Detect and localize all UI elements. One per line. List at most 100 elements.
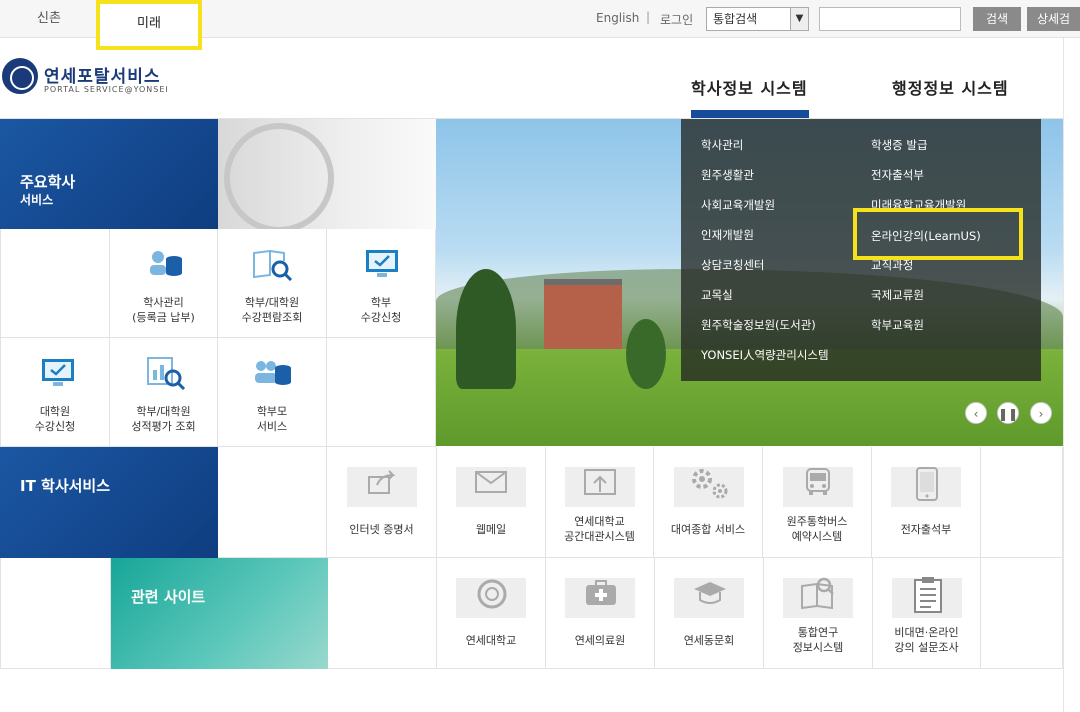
item-label: 서비스 (256, 420, 288, 433)
chevron-left-icon[interactable]: ‹ (965, 402, 987, 424)
scrollbar[interactable] (1063, 38, 1080, 712)
login-link[interactable]: 로그인 (660, 11, 693, 28)
item-label: 대여종합 서비스 (670, 523, 746, 536)
search-scope-value: 통합검색 (713, 12, 758, 26)
it-item-webmail[interactable]: 웹메일 (437, 447, 546, 558)
it-item-rental-service[interactable]: 대여종합 서비스 (654, 447, 763, 558)
campus-tab-sinchon[interactable]: 신촌 (0, 0, 98, 38)
search-scope-select[interactable]: 통합검색 ▼ (706, 7, 809, 31)
academic-item-course-catalog[interactable]: 학부/대학원 수강편람조회 (218, 229, 327, 338)
mail-icon (475, 471, 507, 493)
monitor-check-icon (42, 359, 74, 386)
logo-title: 연세포탈서비스 (44, 67, 161, 87)
item-label: 연세동문회 (683, 634, 735, 647)
gears-icon (692, 469, 728, 499)
detail-search-button[interactable]: 상세검 (1027, 7, 1080, 31)
item-label: 인터넷 증명서 (349, 523, 414, 536)
users-database-icon (255, 361, 291, 385)
clipboard-list-icon (914, 577, 942, 613)
user-database-icon (150, 251, 182, 276)
it-section-header: IT 학사서비스 (0, 447, 218, 558)
menu-item[interactable]: 학사관리 (701, 137, 743, 153)
item-label: 정보시스템 (792, 641, 844, 654)
item-label: 연세대학교 (465, 634, 517, 647)
bus-icon (806, 468, 830, 495)
related-item-alumni[interactable]: 연세동문회 (655, 558, 764, 669)
monitor-check-icon (366, 250, 398, 277)
menu-item[interactable]: 상담코칭센터 (701, 257, 764, 273)
empty-cell (328, 558, 437, 669)
item-label: 학부/대학원 (136, 405, 191, 418)
academic-item-grades[interactable]: 학부/대학원 성적평가 조회 (110, 338, 218, 447)
book-search-icon (801, 577, 834, 610)
tree (456, 269, 516, 389)
search-button[interactable]: 검색 (973, 7, 1021, 31)
campus-photo (218, 119, 436, 233)
chart-search-icon (147, 357, 186, 390)
university-emblem-icon (477, 579, 507, 609)
item-label: 연세대학교 (574, 515, 625, 528)
item-label: 수강신청 (360, 311, 402, 324)
english-link[interactable]: English (596, 11, 639, 25)
nav-academic-system[interactable]: 학사정보 시스템 (691, 75, 808, 99)
pause-icon[interactable]: ❚❚ (997, 402, 1019, 424)
empty-cell (981, 447, 1063, 558)
it-item-attendance[interactable]: 전자출석부 (872, 447, 981, 558)
item-label: 웹메일 (475, 523, 507, 536)
it-title: IT 학사서비스 (20, 477, 111, 495)
separator: | (646, 10, 651, 24)
related-section-header: 관련 사이트 (111, 558, 328, 669)
menu-item[interactable]: YONSEI人역량관리시스템 (701, 347, 829, 363)
item-label: 학부모 (256, 405, 288, 418)
related-item-yonsei-univ[interactable]: 연세대학교 (437, 558, 546, 669)
campus-tab-mirae[interactable]: 미래 (96, 0, 202, 50)
item-label: 연세의료원 (574, 634, 626, 647)
academic-item-tuition[interactable]: 학사관리 (등록금 납부) (110, 229, 218, 338)
share-icon (368, 470, 396, 494)
related-title: 관련 사이트 (131, 588, 206, 606)
academic-item-parent-service[interactable]: 학부모 서비스 (218, 338, 327, 447)
item-label: 전자출석부 (900, 523, 952, 536)
menu-item[interactable]: 학생증 발급 (871, 137, 928, 153)
nav-active-indicator (691, 110, 809, 118)
academic-subtitle: 서비스 (20, 193, 54, 207)
menu-item[interactable]: 전자출석부 (871, 167, 924, 183)
academic-title: 주요학사 (20, 173, 76, 191)
medical-kit-icon (586, 580, 616, 605)
related-item-research-system[interactable]: 통합연구 정보시스템 (764, 558, 873, 669)
empty-cell (327, 338, 436, 447)
item-label: 통합연구 (797, 626, 839, 639)
graduation-cap-icon (694, 582, 726, 604)
menu-item[interactable]: 원주학술정보원(도서관) (701, 317, 816, 333)
menu-item[interactable]: 원주생활관 (701, 167, 754, 183)
academic-item-grad-registration[interactable]: 대학원 수강신청 (0, 338, 110, 447)
it-item-certificate[interactable]: 인터넷 증명서 (327, 447, 437, 558)
item-label: 비대면·온라인 (894, 626, 959, 639)
mobile-phone-icon (916, 467, 938, 501)
chevron-down-icon[interactable]: ▼ (790, 8, 808, 30)
item-label: 학사관리 (143, 296, 184, 309)
book-search-icon (253, 249, 293, 281)
item-label: 공간대관시스템 (564, 530, 635, 543)
search-input[interactable] (819, 7, 961, 31)
item-label: 성적평가 조회 (131, 420, 196, 433)
item-label: 원주통학버스 (786, 515, 848, 528)
menu-item[interactable]: 사회교육개발원 (701, 197, 775, 213)
chevron-right-icon[interactable]: › (1030, 402, 1052, 424)
yonsei-emblem-icon (2, 58, 38, 94)
item-label: 예약시스템 (791, 530, 843, 543)
academic-item-undergrad-registration[interactable]: 학부 수강신청 (327, 229, 436, 338)
nav-admin-system[interactable]: 행정정보 시스템 (892, 75, 1009, 99)
menu-item[interactable]: 교목실 (701, 287, 733, 303)
empty-cell (981, 558, 1063, 669)
item-label: 학부 (370, 296, 392, 309)
item-label: (등록금 납부) (132, 311, 195, 324)
related-item-lecture-survey[interactable]: 비대면·온라인 강의 설문조사 (873, 558, 981, 669)
menu-item[interactable]: 국제교류원 (871, 287, 924, 303)
it-item-shuttle-bus[interactable]: 원주통학버스 예약시스템 (763, 447, 872, 558)
related-item-medical-center[interactable]: 연세의료원 (546, 558, 655, 669)
menu-item[interactable]: 학부교육원 (871, 317, 924, 333)
it-item-space-rental[interactable]: 연세대학교 공간대관시스템 (546, 447, 654, 558)
empty-cell (218, 447, 327, 558)
menu-item[interactable]: 인재개발원 (701, 227, 754, 243)
